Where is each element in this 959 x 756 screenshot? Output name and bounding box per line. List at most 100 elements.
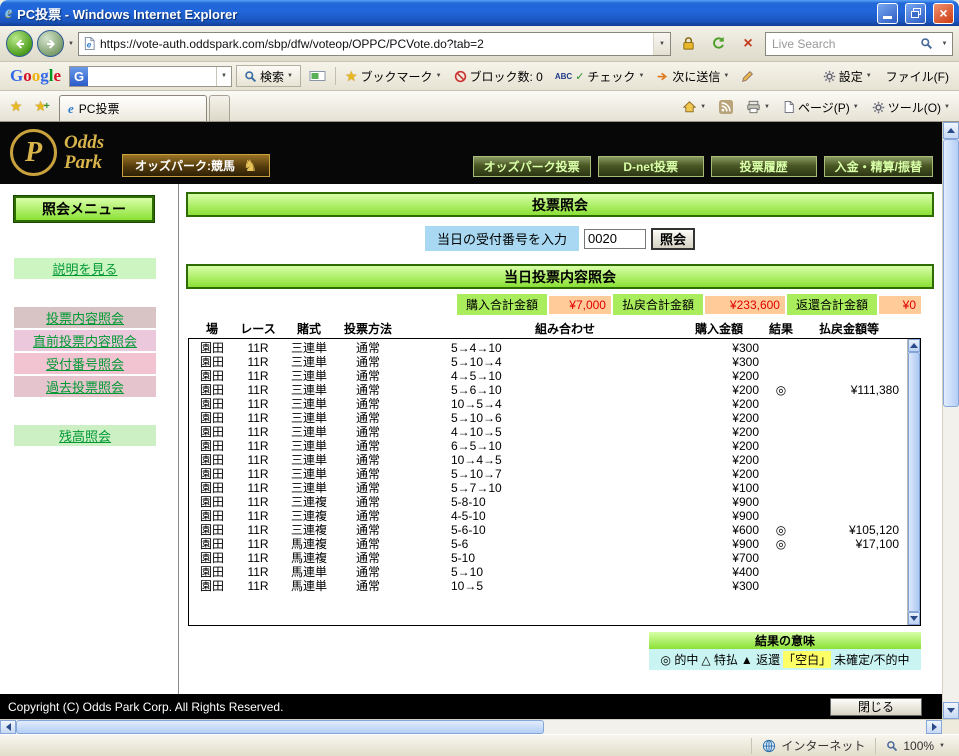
table-cell: 5→4→10 bbox=[451, 342, 502, 355]
back-button[interactable] bbox=[6, 30, 33, 57]
tab-pc-vote[interactable]: e PC投票 bbox=[59, 95, 207, 121]
file-menu[interactable]: ファイル(F) bbox=[882, 64, 953, 88]
navigation-bar: ▼ e https://vote-auth.oddspark.com/sbp/d… bbox=[0, 26, 959, 62]
banner-nav-button[interactable]: オッズパーク投票 bbox=[472, 156, 591, 177]
google-search-input[interactable] bbox=[88, 67, 216, 86]
keiba-label: オッズパーク:競馬 bbox=[135, 159, 235, 173]
close-page-button[interactable]: 閉じる bbox=[830, 697, 922, 716]
table-cell bbox=[799, 412, 905, 426]
scroll-up-button[interactable] bbox=[943, 122, 959, 139]
scroll-up-button[interactable] bbox=[908, 339, 920, 352]
bet-table-rows: 園田 11R 三連単 通常 5→4→10 ¥300 園田 11R 三連単 通常 5→10→4 ¥300… bbox=[189, 339, 920, 594]
stop-button[interactable]: × bbox=[735, 31, 761, 56]
address-bar[interactable]: e https://vote-auth.oddspark.com/sbp/dfw… bbox=[77, 31, 671, 56]
highlighter-button[interactable] bbox=[737, 64, 758, 88]
horizontal-scrollbar[interactable] bbox=[0, 719, 959, 734]
table-cell: 三連単 bbox=[290, 440, 327, 453]
security-lock-icon[interactable] bbox=[675, 31, 701, 56]
search-dropdown[interactable]: ▼ bbox=[937, 33, 952, 55]
banner-nav-button[interactable]: 入金・精算/振替 bbox=[823, 156, 933, 177]
scroll-right-button[interactable] bbox=[926, 720, 942, 734]
feeds-button[interactable] bbox=[713, 95, 739, 119]
scrollbar-thumb[interactable] bbox=[943, 139, 959, 407]
google-logo-letter: o bbox=[31, 66, 41, 85]
table-cell bbox=[763, 454, 799, 468]
google-search-dropdown[interactable]: ▼ bbox=[216, 66, 231, 86]
scrollbar-track[interactable] bbox=[16, 720, 926, 734]
scroll-down-button[interactable] bbox=[943, 702, 959, 719]
inquiry-submit-button[interactable]: 照会 bbox=[651, 227, 695, 250]
page-menu-label: ページ(P) bbox=[798, 100, 850, 115]
table-cell: 園田 bbox=[199, 426, 224, 439]
banner-nav-button[interactable]: 投票履歴 bbox=[710, 156, 817, 177]
sidebar-item[interactable]: 受付番号照会 bbox=[14, 353, 156, 374]
block-count-label: ブロック数: 0 bbox=[469, 69, 543, 84]
table-cell: 5→10 bbox=[451, 566, 484, 579]
minimize-button[interactable] bbox=[877, 2, 898, 24]
table-row: 園田 11R 三連単 通常 5→10→7 ¥200 bbox=[189, 468, 920, 482]
table-cell: 園田 bbox=[199, 524, 224, 537]
table-cell: ¥200 bbox=[732, 412, 759, 425]
tab-title: PC投票 bbox=[78, 102, 120, 116]
horse-icon: ♞ bbox=[243, 157, 258, 175]
browser-viewport: P Odds Park オッズパーク:競馬 ♞ オッズパーク投票 D-net投票投… bbox=[0, 122, 959, 719]
forward-button[interactable] bbox=[37, 30, 64, 57]
tools-menu[interactable]: ツール(O) ▼ bbox=[866, 95, 956, 119]
spellcheck-button[interactable]: ABC ✓ チェック ▼ bbox=[551, 64, 649, 88]
scrollbar-thumb[interactable] bbox=[908, 352, 920, 612]
table-cell: 三連単 bbox=[290, 342, 327, 355]
banner-nav-buttons: オッズパーク投票 D-net投票 投票履歴 入金・精算/振替 bbox=[472, 156, 933, 177]
new-tab-stub[interactable] bbox=[209, 95, 230, 121]
address-dropdown[interactable]: ▼ bbox=[653, 32, 670, 55]
receipt-number-input[interactable] bbox=[584, 228, 646, 249]
settings-button[interactable]: 設定 ▼ bbox=[819, 64, 876, 88]
sidebar-item[interactable]: 直前投票内容照会 bbox=[14, 330, 156, 351]
receipt-input-row: 当日の受付番号を入力 照会 bbox=[186, 226, 934, 251]
table-cell: 馬連単 bbox=[290, 566, 327, 579]
sidebar-item[interactable]: 過去投票照会 bbox=[14, 376, 156, 397]
pagerank-meter-button[interactable] bbox=[305, 64, 330, 88]
favorites-button[interactable]: ★ bbox=[3, 94, 29, 119]
scrollbar-track[interactable] bbox=[943, 407, 959, 702]
search-icon[interactable] bbox=[915, 37, 937, 50]
table-cell: 通常 bbox=[355, 398, 380, 411]
refresh-button[interactable] bbox=[705, 31, 731, 56]
popup-blocker-button[interactable]: ブロック数: 0 bbox=[450, 64, 547, 88]
sidebar-item[interactable]: 説明を見る bbox=[14, 258, 156, 279]
scroll-down-button[interactable] bbox=[908, 612, 920, 625]
banner-nav-button[interactable]: D-net投票 bbox=[597, 156, 704, 177]
print-button[interactable]: ▼ bbox=[740, 95, 776, 119]
tab-bar-tools: ▼ ▼ ページ(P) ▼ ツール(O) ▼ bbox=[676, 95, 956, 119]
google-search-combo[interactable]: G ▼ bbox=[69, 65, 233, 87]
restore-button[interactable] bbox=[905, 2, 926, 24]
close-window-button[interactable]: × bbox=[933, 2, 954, 24]
bet-table: 園田 11R 三連単 通常 5→4→10 ¥300 園田 11R 三連単 通常 5→10→4 ¥300… bbox=[188, 338, 921, 626]
table-cell: 11R bbox=[247, 510, 269, 523]
google-search-button[interactable]: 検索 ▼ bbox=[236, 65, 301, 87]
chevron-down-icon: ▼ bbox=[852, 104, 859, 110]
table-cell: 通常 bbox=[355, 468, 380, 481]
sidebar-item[interactable]: 残高照会 bbox=[14, 425, 156, 446]
live-search-box[interactable]: Live Search ▼ bbox=[765, 31, 953, 56]
scroll-left-button[interactable] bbox=[0, 720, 16, 734]
scrollbar-thumb[interactable] bbox=[16, 720, 544, 734]
page-footer: Copyright (C) Odds Park Corp. All Rights… bbox=[0, 694, 942, 719]
bookmarks-button[interactable]: ★ ブックマーク ▼ bbox=[341, 64, 446, 88]
page-menu[interactable]: ページ(P) ▼ bbox=[777, 95, 865, 119]
zoom-control[interactable]: 100% ▼ bbox=[875, 737, 955, 754]
svg-text:e: e bbox=[87, 40, 92, 50]
send-to-button[interactable]: 次に送信 ▼ bbox=[652, 64, 733, 88]
oddspark-logo-icon: P bbox=[10, 129, 57, 176]
table-cell bbox=[763, 412, 799, 426]
table-cell: 三連複 bbox=[290, 510, 327, 523]
home-button[interactable]: ▼ bbox=[676, 95, 712, 119]
legend-item: ◎ 的中 bbox=[660, 653, 699, 667]
table-cell: 11R bbox=[247, 524, 269, 537]
page-scrollbar[interactable] bbox=[942, 122, 959, 719]
ie-logo-icon: e bbox=[5, 4, 13, 21]
table-scrollbar[interactable] bbox=[907, 339, 920, 625]
history-dropdown[interactable]: ▼ bbox=[68, 41, 74, 47]
add-favorite-button[interactable]: ★ + bbox=[29, 94, 55, 119]
sidebar-item[interactable]: 投票内容照会 bbox=[14, 307, 156, 328]
column-header: 購入金額 bbox=[694, 322, 743, 336]
